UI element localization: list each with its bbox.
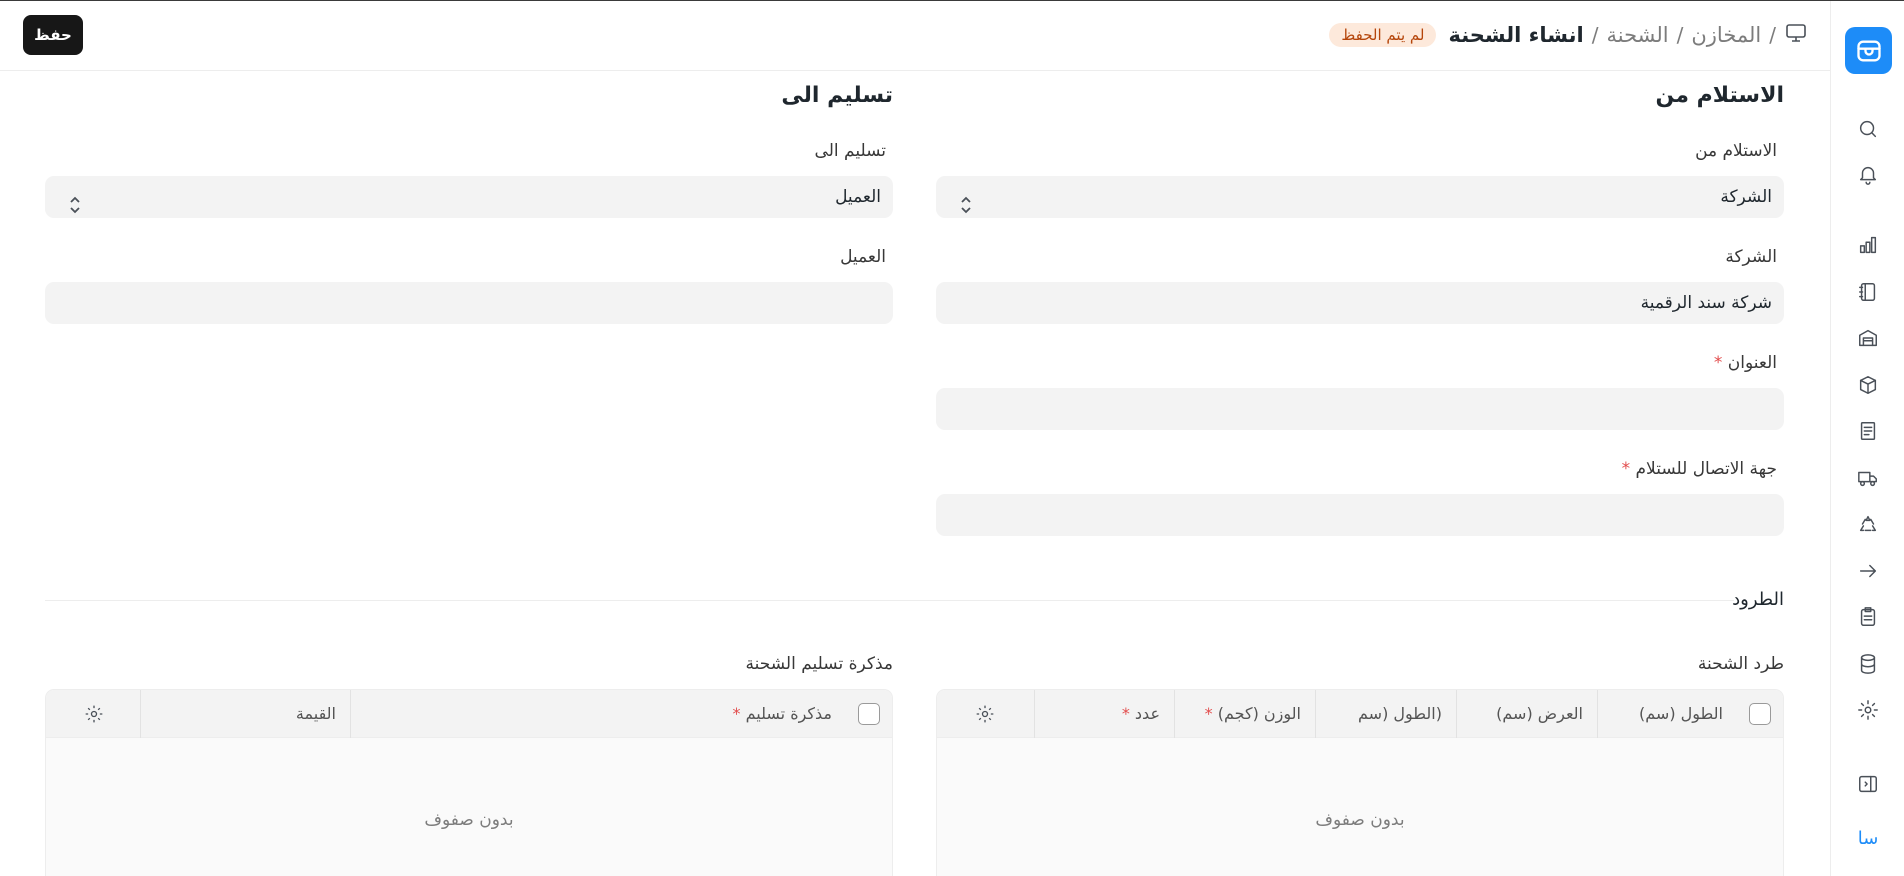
- monitor-icon[interactable]: [1784, 21, 1808, 49]
- gear-icon[interactable]: [1856, 698, 1880, 722]
- breadcrumb-warehouses[interactable]: المخازن: [1691, 23, 1761, 47]
- column-header[interactable]: الطول (سم): [1597, 690, 1737, 738]
- required-mark: *: [1121, 704, 1130, 723]
- customer-field[interactable]: [45, 282, 893, 324]
- column-header[interactable]: العرض (سم): [1456, 690, 1597, 738]
- column-header[interactable]: الوزن (كجم) *: [1174, 690, 1315, 738]
- deliver-to-value: العميل: [835, 187, 881, 207]
- column-header[interactable]: القيمة: [140, 690, 350, 738]
- deliver-to-select[interactable]: العميل: [45, 176, 893, 218]
- column-header[interactable]: مذكرة تسليم *: [350, 690, 846, 738]
- select-arrows-icon: [69, 188, 81, 214]
- bell-icon[interactable]: [1856, 163, 1880, 187]
- save-button[interactable]: حفظ: [23, 15, 83, 55]
- truck-icon[interactable]: [1856, 466, 1880, 490]
- address-label: العنوان *: [1714, 353, 1777, 373]
- column-header[interactable]: (الطول (سم: [1315, 690, 1456, 738]
- page-header: حفظ / المخازن / الشحنة / انشاء الشحنة لم…: [0, 1, 1830, 71]
- column-settings-icon[interactable]: [82, 702, 106, 726]
- arrow-right-icon[interactable]: [1856, 559, 1880, 583]
- clipboard-icon[interactable]: [1856, 605, 1880, 629]
- pickup-from-label: الاستلام من: [1695, 141, 1777, 161]
- database-icon[interactable]: [1856, 652, 1880, 676]
- store-icon: [1856, 40, 1881, 61]
- delivery-note-table: مذكرة تسليم * القيمة بدون صفوف: [45, 689, 893, 876]
- note-table-title: مذكرة تسليم الشحنة: [745, 654, 893, 674]
- receipt-icon[interactable]: [1856, 419, 1880, 443]
- pickup-from-select[interactable]: الشركة: [936, 176, 1784, 218]
- company-field[interactable]: شركة سند الرقمية: [936, 282, 1784, 324]
- box-icon[interactable]: [1856, 373, 1880, 397]
- status-badge: لم يتم الحفظ: [1329, 23, 1437, 47]
- search-icon[interactable]: [1856, 117, 1880, 141]
- deliver-to-label: تسليم الى: [814, 141, 886, 161]
- warehouse-icon[interactable]: [1856, 326, 1880, 350]
- empty-state: بدون صفوف: [1315, 810, 1405, 830]
- breadcrumb: / المخازن / الشحنة / انشاء الشحنة لم يتم…: [1329, 19, 1808, 51]
- avatar[interactable]: سا: [1849, 825, 1887, 853]
- address-field[interactable]: [936, 388, 1784, 430]
- breadcrumb-shipment[interactable]: الشحنة: [1606, 23, 1668, 47]
- contact-label-text: جهة الاتصال للستلام: [1635, 459, 1777, 479]
- breadcrumb-separator: /: [1591, 23, 1599, 47]
- parcels-section-title: الطرود: [1732, 589, 1784, 610]
- pickup-from-value: الشركة: [1720, 187, 1772, 207]
- empty-state: بدون صفوف: [424, 810, 514, 830]
- delivery-section-title: تسليم الى: [781, 83, 893, 108]
- breadcrumb-separator: /: [1769, 23, 1776, 47]
- recycle-icon[interactable]: [1856, 512, 1880, 536]
- sidebar: سا: [1830, 1, 1904, 876]
- column-header[interactable]: عدد *: [1034, 690, 1174, 738]
- pickup-section-title: الاستلام من: [1655, 83, 1784, 108]
- customer-label: العميل: [840, 247, 886, 267]
- address-label-text: العنوان: [1727, 353, 1777, 373]
- chart-icon[interactable]: [1856, 233, 1880, 257]
- sidebar-toggle-icon[interactable]: [1856, 772, 1880, 796]
- notebook-icon[interactable]: [1856, 280, 1880, 304]
- table-header: الطول (سم) العرض (سم) (الطول (سم الوزن (…: [937, 690, 1783, 738]
- contact-label: جهة الاتصال للستلام *: [1622, 459, 1777, 479]
- required-mark: *: [1713, 353, 1723, 373]
- column-header-text: عدد: [1134, 704, 1160, 723]
- section-divider: [45, 600, 1734, 601]
- required-mark: *: [732, 704, 741, 723]
- breadcrumb-separator: /: [1676, 23, 1684, 47]
- required-mark: *: [1204, 704, 1213, 723]
- company-value: شركة سند الرقمية: [1640, 293, 1772, 313]
- required-mark: *: [1621, 459, 1631, 479]
- column-settings-icon[interactable]: [973, 702, 997, 726]
- table-header: مذكرة تسليم * القيمة: [46, 690, 892, 738]
- page-title: انشاء الشحنة: [1448, 23, 1584, 47]
- select-all-checkbox[interactable]: [1749, 703, 1771, 725]
- company-label: الشركة: [1725, 247, 1777, 267]
- app-logo[interactable]: [1845, 27, 1892, 74]
- parcel-table-title: طرد الشحنة: [1697, 654, 1784, 674]
- parcel-table: الطول (سم) العرض (سم) (الطول (سم الوزن (…: [936, 689, 1784, 876]
- contact-field[interactable]: [936, 494, 1784, 536]
- column-header-text: مذكرة تسليم: [745, 704, 832, 723]
- select-arrows-icon: [960, 188, 972, 214]
- select-all-checkbox[interactable]: [858, 703, 880, 725]
- column-header-text: الوزن (كجم): [1217, 704, 1301, 723]
